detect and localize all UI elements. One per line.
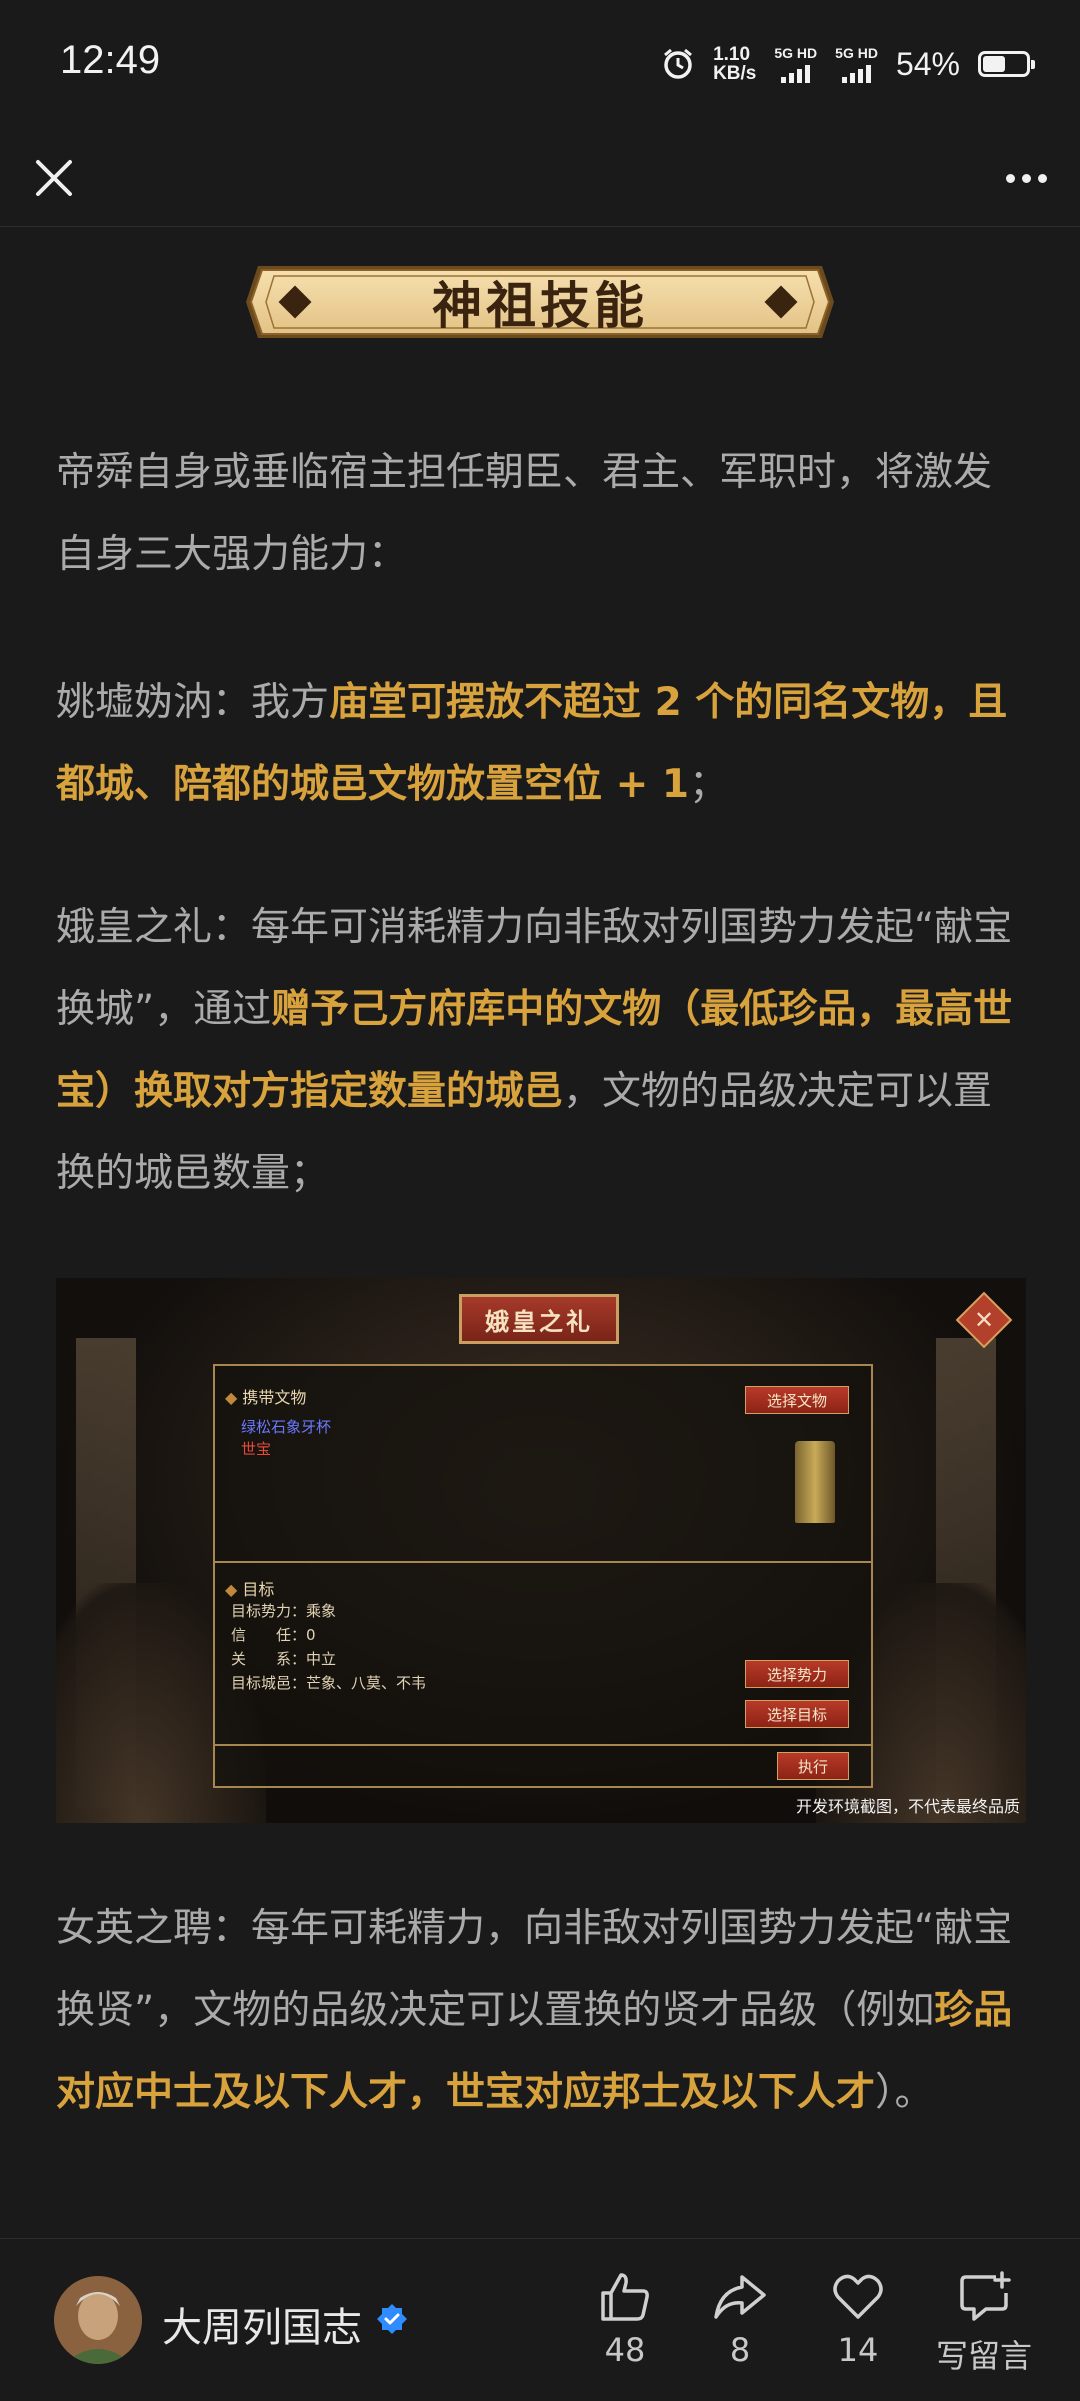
game-screenshot-image: 娥皇之礼 ✕ 携带文物 绿松石象牙杯 世宝 选择文物 目标 目标势力：乘象 信 … [56,1278,1026,1823]
thumbs-up-icon [601,2273,649,2321]
target-row: 关 系：中立 [231,1648,336,1669]
close-icon [36,160,72,196]
battery-icon [978,51,1035,77]
skill-1-text: 姚墟妫汭：我方 [56,680,330,725]
battery-percent: 54% [895,45,960,82]
dialog-panel: 携带文物 绿松石象牙杯 世宝 选择文物 目标 目标势力：乘象 信 任：0 关 系… [213,1364,873,1788]
share-icon [714,2275,766,2319]
carry-artifact-header: 携带文物 [225,1384,306,1408]
row-label: 信 任： [231,1626,307,1644]
skill-3-end: ）。 [875,2070,934,2115]
sim2-signal-icon: 5G HD [835,46,878,83]
panel-divider [215,1744,871,1746]
row-label: 目标势力： [231,1602,307,1620]
status-icons: 1.10 KB/s 5G HD 5G HD 54% [661,40,1035,88]
clock: 12:49 [60,38,161,82]
share-count: 8 [729,2331,751,2369]
author-avatar[interactable] [54,2276,142,2364]
panel-divider [215,1561,871,1563]
row-value: 0 [306,1626,316,1644]
sim1-signal-icon: 5G HD [774,46,817,83]
more-icon-dot [1021,173,1031,183]
intro-paragraph: 帝舜自身或垂临宿主担任朝臣、君主、军职时，将激发自身三大强力能力： [56,450,993,577]
select-target-button: 选择目标 [745,1700,849,1728]
row-label: 目标城邑： [231,1674,307,1692]
top-nav-bar [0,130,1080,227]
favorite-button[interactable]: 14 [808,2269,908,2369]
more-icon-dot [1037,173,1047,183]
avatar-image [54,2276,142,2364]
network-speed-unit: KB/s [713,63,757,84]
skill-1-end: ； [688,762,728,807]
skill-paragraph-3: 女英之聘：每年可耗精力，向非敌对列国势力发起“献宝换贤”，文物的品级决定可以置换… [56,1888,1028,2134]
status-bar: 12:49 1.10 KB/s 5G HD 5G HD 54% [0,0,1080,130]
skill-paragraph-1: 姚墟妫汭：我方庙堂可摆放不超过 2 个的同名文物，且都城、陪都的城邑文物放置空位… [56,662,1028,826]
target-row: 信 任：0 [231,1624,316,1645]
select-artifact-button: 选择文物 [745,1386,849,1414]
like-button[interactable]: 48 [575,2269,675,2369]
write-comment-label: 写留言 [935,2337,1032,2375]
target-row: 目标城邑：芒象、八莫、不韦 [231,1672,426,1693]
author-name[interactable]: 大周列国志 [162,2295,362,2353]
select-force-button: 选择势力 [745,1660,849,1688]
target-header: 目标 [225,1576,274,1600]
artifact-grade: 世宝 [241,1440,272,1458]
comment-add-icon [960,2271,1011,2321]
network-speed-value: 1.10 [713,44,751,65]
section-title: 神祖技能 [432,276,648,335]
section-title-banner: 神祖技能 [244,262,836,342]
artifact-name: 绿松石象牙杯 [241,1418,332,1436]
verified-badge-icon [377,2304,407,2334]
share-button[interactable]: 8 [690,2269,790,2369]
row-label: 关 系： [231,1650,307,1668]
more-options-button[interactable] [996,148,1056,208]
artifact-image [795,1441,835,1523]
close-button[interactable] [24,148,84,208]
skill-3-text: 女英之聘：每年可耗精力，向非敌对列国势力发起“献宝换贤”，文物的品级决定可以置换… [56,1906,1013,2033]
favorite-count: 14 [837,2331,879,2369]
row-value: 芒象、八莫、不韦 [306,1674,427,1692]
dialog-title: 娥皇之礼 [459,1294,619,1344]
like-count: 48 [604,2331,646,2369]
row-value: 乘象 [306,1602,337,1620]
more-icon-dot [1005,173,1015,183]
network-speed: 1.10 KB/s [713,45,756,83]
sim1-label: 5G HD [774,44,818,61]
row-value: 中立 [306,1650,337,1668]
target-row: 目标势力：乘象 [231,1600,336,1621]
bottom-action-bar: 大周列国志 48 8 14 写留言 [0,2238,1080,2401]
write-comment-button[interactable]: 写留言 [924,2269,1044,2377]
heart-icon [833,2274,883,2319]
execute-button: 执行 [777,1752,849,1780]
alarm-icon [661,47,695,81]
sim2-label: 5G HD [835,44,878,61]
skill-paragraph-2: 娥皇之礼：每年可消耗精力向非敌对列国势力发起“献宝换城”，通过赠予己方府库中的文… [56,887,1028,1215]
screenshot-caption: 开发环境截图，不代表最终品质 [795,1797,1020,1816]
